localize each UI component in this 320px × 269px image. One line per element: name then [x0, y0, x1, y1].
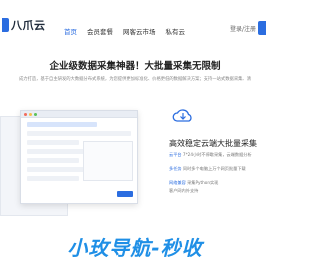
logo-mark: [2, 18, 9, 32]
feature-item-text: 同时多个电脑上万个网页批量下载: [182, 166, 246, 171]
nav-link-plans[interactable]: 会员套餐: [87, 26, 113, 36]
feature-item: 云平台 7*24小时不停歇采集，云端数据分析: [169, 152, 270, 158]
feature-item: 客户网内外支持: [169, 188, 270, 194]
feature-item-label: 网络兼容: [169, 180, 186, 185]
mock-row: [27, 176, 80, 181]
feature-item-label: 云平台: [169, 152, 182, 157]
screenshot-window: [20, 110, 138, 204]
login-link[interactable]: 登录/注册: [230, 24, 256, 33]
mock-side-panel: [83, 141, 133, 181]
nav-link-market[interactable]: 网客云市场: [123, 26, 156, 36]
watermark-banner: 小玫导航-秒收: [67, 236, 203, 260]
feature-item-label: 多任务: [169, 166, 182, 171]
maximize-dot-icon: [34, 112, 37, 116]
mock-row: [27, 122, 97, 127]
mock-row: [27, 158, 80, 163]
logo-text: 八爪云: [11, 19, 46, 32]
mock-button: [117, 191, 133, 197]
mock-row: [27, 140, 80, 145]
feature-item-text: 客户网内外支持: [169, 188, 199, 193]
feature-item-text: 7*24小时不停歇采集，云端数据分析: [182, 152, 252, 157]
top-navbar: 八爪云 首页 会员套餐 网客云市场 私有云 登录/注册: [0, 0, 270, 44]
nav-links: 首页 会员套餐 网客云市场 私有云: [64, 26, 195, 36]
side-tab-button[interactable]: [258, 21, 266, 35]
feature-item-text: 采集Python实现: [187, 180, 219, 185]
product-screenshot: [0, 110, 170, 218]
feature-item: 网络兼容 采集Python实现: [169, 180, 270, 186]
window-titlebar: [21, 111, 137, 118]
nav-link-home[interactable]: 首页: [64, 26, 77, 36]
feature-item: 多任务 同时多个电脑上万个网页批量下载: [169, 166, 270, 172]
hero-title: 企业级数据采集神器！大批量采集无限制: [49, 61, 221, 72]
cloud-icon: [172, 109, 192, 122]
feature-title: 高效稳定云端大批量采集: [169, 139, 257, 148]
close-dot-icon: [24, 112, 27, 116]
hero-subtitle: 成力打造，基于自主研发的大数据分布式系统，为您提供更加标准化、价格更低的数据解决…: [18, 77, 252, 82]
mock-row: [27, 131, 131, 136]
nav-link-private-cloud[interactable]: 私有云: [166, 26, 186, 36]
minimize-dot-icon: [29, 112, 32, 116]
logo[interactable]: 八爪云: [2, 17, 46, 33]
